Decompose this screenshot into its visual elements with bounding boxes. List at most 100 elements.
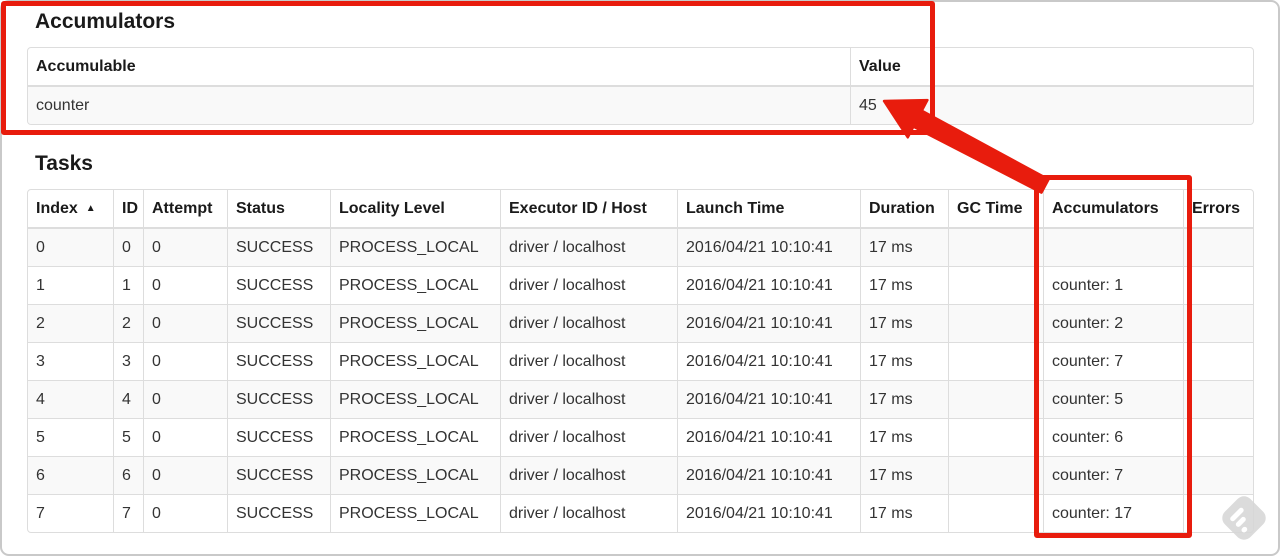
cell-index: 3: [28, 342, 113, 380]
watermark-stripe: [1240, 525, 1248, 534]
cell-gc-time: [948, 456, 1043, 494]
cell-errors: [1183, 418, 1253, 456]
cell-id: 1: [113, 266, 143, 304]
cell-accumulators: [1043, 229, 1183, 266]
cell-duration: 17 ms: [860, 342, 948, 380]
cell-duration: 17 ms: [860, 418, 948, 456]
cell-locality-level: PROCESS_LOCAL: [330, 380, 500, 418]
tasks-header-attempt[interactable]: Attempt: [143, 190, 227, 229]
cell-errors: [1183, 342, 1253, 380]
cell-executor-id-host: driver / localhost: [500, 266, 677, 304]
cell-errors: [1183, 456, 1253, 494]
cell-status: SUCCESS: [227, 304, 330, 342]
cell-locality-level: PROCESS_LOCAL: [330, 304, 500, 342]
cell-id: 0: [113, 229, 143, 266]
sort-ascending-icon: ▲: [85, 203, 96, 214]
cell-accumulators: counter: 7: [1043, 342, 1183, 380]
cell-id: 4: [113, 380, 143, 418]
task-row: 5 5 0 SUCCESS PROCESS_LOCAL driver / loc…: [28, 418, 1253, 456]
cell-launch-time: 2016/04/21 10:10:41: [677, 304, 860, 342]
cell-gc-time: [948, 418, 1043, 456]
tasks-header-status[interactable]: Status: [227, 190, 330, 229]
tasks-header-launch-time[interactable]: Launch Time: [677, 190, 860, 229]
cell-gc-time: [948, 342, 1043, 380]
tasks-table-body: 0 0 0 SUCCESS PROCESS_LOCAL driver / loc…: [28, 229, 1253, 532]
tasks-section-title: Tasks: [35, 152, 93, 175]
tasks-header-errors[interactable]: Errors: [1183, 190, 1253, 229]
cell-accumulators: counter: 5: [1043, 380, 1183, 418]
cell-attempt: 0: [143, 266, 227, 304]
task-row: 0 0 0 SUCCESS PROCESS_LOCAL driver / loc…: [28, 229, 1253, 266]
cell-locality-level: PROCESS_LOCAL: [330, 494, 500, 532]
cell-duration: 17 ms: [860, 380, 948, 418]
accumulators-table: Accumulable Value counter 45: [27, 47, 1254, 125]
accumulators-table-body: counter 45: [28, 87, 1253, 124]
tasks-header-index-label: Index: [36, 200, 78, 217]
cell-errors: [1183, 266, 1253, 304]
cell-gc-time: [948, 494, 1043, 532]
cell-status: SUCCESS: [227, 418, 330, 456]
cell-executor-id-host: driver / localhost: [500, 342, 677, 380]
cell-status: SUCCESS: [227, 380, 330, 418]
cell-attempt: 0: [143, 229, 227, 266]
accumulators-header-value: Value: [850, 48, 1253, 87]
cell-id: 7: [113, 494, 143, 532]
tasks-header-duration[interactable]: Duration: [860, 190, 948, 229]
cell-gc-time: [948, 304, 1043, 342]
cell-gc-time: [948, 266, 1043, 304]
cell-attempt: 0: [143, 342, 227, 380]
tasks-header-executor-id-host[interactable]: Executor ID / Host: [500, 190, 677, 229]
tasks-header-accumulators[interactable]: Accumulators: [1043, 190, 1183, 229]
page-content: Accumulators Accumulable Value counter 4…: [0, 0, 1280, 533]
cell-attempt: 0: [143, 304, 227, 342]
cell-index: 0: [36, 239, 45, 256]
cell-duration: 17 ms: [860, 494, 948, 532]
accumulators-header-accumulable: Accumulable: [28, 48, 850, 87]
accumulators-header-row: Accumulable Value: [28, 48, 1253, 87]
cell-status: SUCCESS: [227, 456, 330, 494]
cell-accumulable-name: counter: [36, 97, 90, 114]
cell-locality-level: PROCESS_LOCAL: [330, 266, 500, 304]
cell-duration: 17 ms: [860, 229, 948, 266]
cell-errors: [1183, 229, 1253, 266]
task-row: 2 2 0 SUCCESS PROCESS_LOCAL driver / loc…: [28, 304, 1253, 342]
cell-accumulators: counter: 17: [1043, 494, 1183, 532]
spark-stage-details-page: { "annotation": { "color": "#e81c0d", "h…: [0, 0, 1280, 556]
cell-index: 5: [28, 418, 113, 456]
cell-duration: 17 ms: [860, 304, 948, 342]
cell-launch-time: 2016/04/21 10:10:41: [677, 229, 860, 266]
cell-launch-time: 2016/04/21 10:10:41: [677, 266, 860, 304]
cell-duration: 17 ms: [860, 456, 948, 494]
accumulator-row: counter 45: [28, 87, 1253, 124]
cell-accumulators: counter: 2: [1043, 304, 1183, 342]
cell-status: SUCCESS: [227, 266, 330, 304]
cell-status: SUCCESS: [227, 342, 330, 380]
cell-status: SUCCESS: [227, 229, 330, 266]
cell-accumulable-value: 45: [850, 87, 1253, 124]
tasks-header-id[interactable]: ID: [113, 190, 143, 229]
cell-executor-id-host: driver / localhost: [500, 380, 677, 418]
cell-index: 2: [28, 304, 113, 342]
cell-id: 5: [113, 418, 143, 456]
cell-locality-level: PROCESS_LOCAL: [330, 342, 500, 380]
cell-accumulators: counter: 1: [1043, 266, 1183, 304]
cell-launch-time: 2016/04/21 10:10:41: [677, 342, 860, 380]
cell-attempt: 0: [143, 380, 227, 418]
cell-gc-time: [948, 229, 1043, 266]
task-row: 6 6 0 SUCCESS PROCESS_LOCAL driver / loc…: [28, 456, 1253, 494]
cell-executor-id-host: driver / localhost: [500, 229, 677, 266]
tasks-header-locality-level[interactable]: Locality Level: [330, 190, 500, 229]
cell-locality-level: PROCESS_LOCAL: [330, 229, 500, 266]
cell-executor-id-host: driver / localhost: [500, 418, 677, 456]
cell-index: 1: [28, 266, 113, 304]
tasks-header-index[interactable]: Index ▲: [28, 190, 113, 229]
cell-executor-id-host: driver / localhost: [500, 456, 677, 494]
cell-status: SUCCESS: [227, 494, 330, 532]
tasks-header-gc-time[interactable]: GC Time: [948, 190, 1043, 229]
cell-duration: 17 ms: [860, 266, 948, 304]
cell-errors: [1183, 304, 1253, 342]
cell-launch-time: 2016/04/21 10:10:41: [677, 494, 860, 532]
cell-id: 3: [113, 342, 143, 380]
cell-errors: [1183, 380, 1253, 418]
task-row: 4 4 0 SUCCESS PROCESS_LOCAL driver / loc…: [28, 380, 1253, 418]
